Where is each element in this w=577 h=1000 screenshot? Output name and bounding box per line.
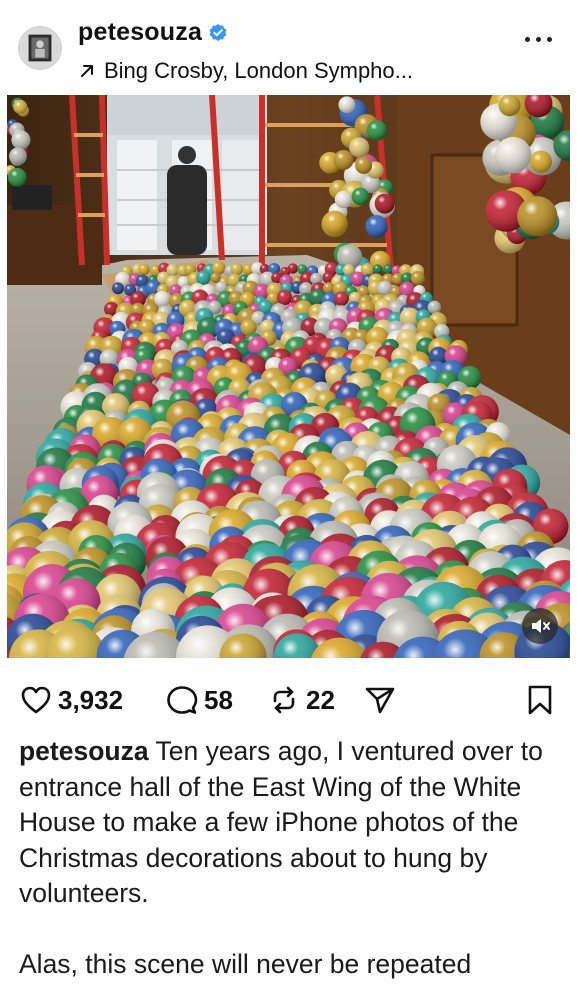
comment-bubble-icon — [167, 686, 198, 714]
repost-icon — [273, 686, 295, 714]
mute-button[interactable] — [522, 608, 558, 644]
music-link[interactable]: Bing Crosby, London Sympho... — [78, 58, 413, 84]
speaker-muted-icon — [532, 619, 550, 633]
post-photo[interactable] — [7, 95, 570, 658]
reposts-count: 22 — [306, 684, 335, 715]
ornaments-photo — [7, 95, 570, 658]
music-title: Bing Crosby, London Sympho... — [104, 58, 413, 83]
more-options-button[interactable] — [525, 34, 553, 44]
post-caption: petesouza Ten years ago, I ventured over… — [19, 734, 564, 983]
bookmark-icon[interactable] — [525, 684, 555, 716]
action-bar: 3,932 58 22 — [0, 676, 577, 724]
avatar[interactable] — [18, 26, 62, 70]
arrow-up-right-icon — [81, 65, 93, 77]
caption-username[interactable]: petesouza — [19, 736, 149, 766]
like-button[interactable]: 3,932 — [20, 676, 123, 724]
comment-button[interactable]: 58 — [166, 676, 233, 724]
more-dots-icon — [525, 37, 530, 42]
post-username[interactable]: petesouza — [78, 18, 202, 47]
caption-text-2: Alas, this scene will never be repeated — [19, 949, 472, 979]
likes-count: 3,932 — [58, 684, 124, 715]
post-header: petesouza Bing Crosby, London Sympho... — [0, 0, 577, 92]
repost-button[interactable]: 22 — [268, 676, 335, 724]
share-button[interactable] — [364, 676, 396, 724]
send-icon — [365, 687, 395, 714]
verified-badge-icon — [209, 23, 227, 41]
heart-icon — [21, 686, 51, 714]
comments-count: 58 — [204, 684, 233, 715]
